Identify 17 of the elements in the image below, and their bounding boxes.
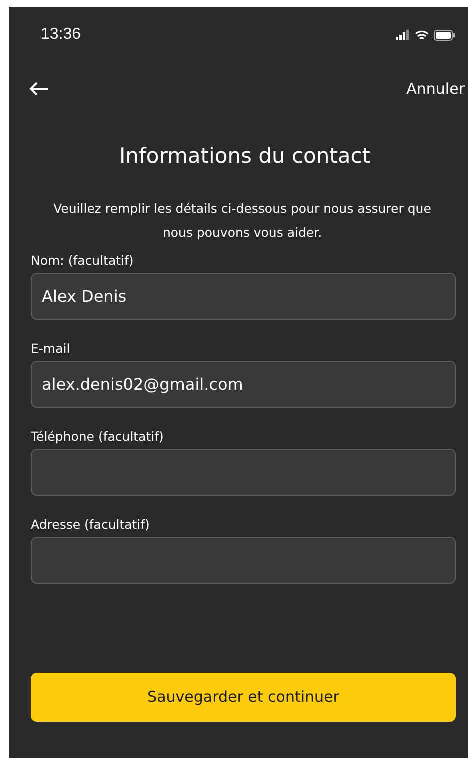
page-title: Informations du contact bbox=[118, 143, 372, 170]
wifi-icon bbox=[415, 30, 429, 40]
field-label: E-mail bbox=[31, 340, 72, 358]
input-field[interactable] bbox=[31, 536, 456, 584]
field-label: Téléphone (facultatif) bbox=[31, 428, 165, 446]
back-arrow-icon bbox=[29, 81, 49, 97]
battery-icon bbox=[434, 30, 456, 40]
field-label: Nom: (facultatif) bbox=[31, 252, 135, 270]
input-field[interactable]: Alex Denis bbox=[31, 272, 456, 320]
field-label: Adresse (facultatif) bbox=[31, 516, 151, 534]
input-field[interactable]: alex.denis02@gmail.com bbox=[31, 360, 456, 408]
input-field[interactable] bbox=[31, 448, 456, 496]
cancel-button[interactable]: Annuler bbox=[406, 78, 465, 100]
signal-icon bbox=[396, 30, 410, 40]
status-time: 13:36 bbox=[41, 25, 82, 45]
intro-text: Veuillez remplir les détails ci-dessous pour nous assurer que nous pouvons vous aider. bbox=[52, 200, 432, 242]
save-continue-button[interactable]: Sauvegarder et continuer bbox=[31, 673, 456, 722]
